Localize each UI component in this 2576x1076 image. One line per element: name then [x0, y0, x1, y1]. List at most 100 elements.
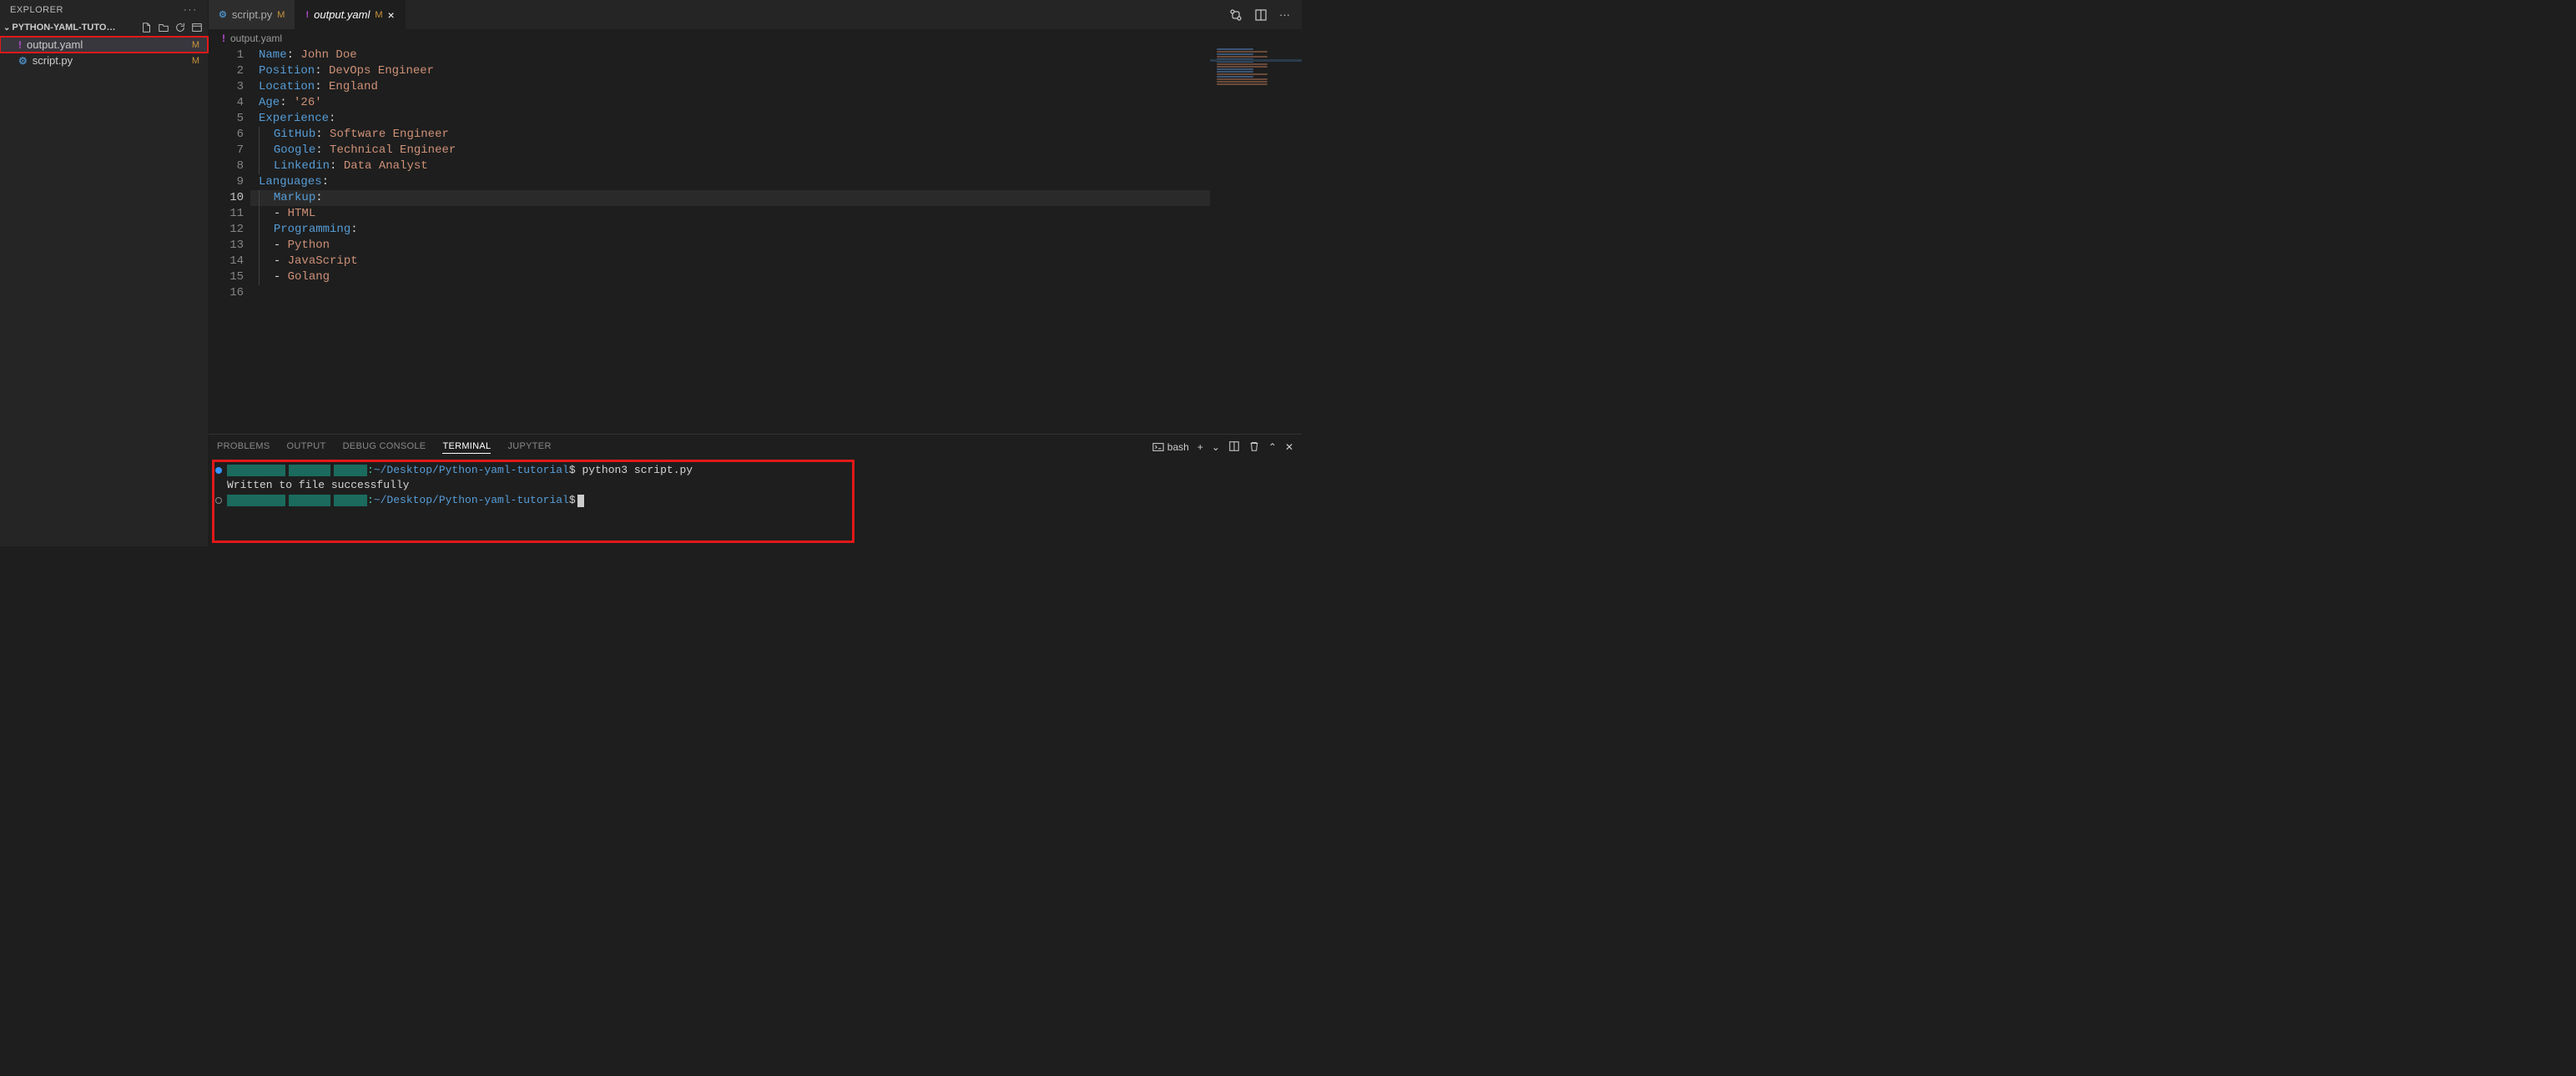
explorer-sidebar: EXPLORER ··· ⌄ PYTHON-YAML-TUTO… ! outpu… — [0, 0, 209, 546]
redacted-user — [227, 465, 285, 476]
tab-output-yaml[interactable]: ! output.yaml M × — [295, 0, 405, 29]
line-number: 9 — [209, 174, 244, 190]
git-modified-badge: M — [277, 10, 285, 20]
line-number: 14 — [209, 254, 244, 269]
tab-label: script.py — [232, 8, 272, 21]
new-terminal-icon[interactable]: + — [1197, 441, 1203, 453]
code-line[interactable]: Age: '26' — [250, 95, 1302, 111]
code-line[interactable]: Markup: — [250, 190, 1302, 206]
refresh-icon[interactable] — [174, 22, 186, 33]
explorer-title: EXPLORER — [10, 5, 63, 15]
close-panel-icon[interactable]: ✕ — [1285, 441, 1293, 453]
code-line[interactable]: Experience: — [250, 111, 1302, 127]
code-editor[interactable]: 12345678910111213141516 Name: John DoePo… — [209, 48, 1302, 434]
line-number: 15 — [209, 269, 244, 285]
file-list: ! output.yaml M⚙ script.py M — [0, 35, 208, 68]
redacted-host — [289, 465, 330, 476]
close-tab-icon[interactable]: × — [388, 8, 395, 22]
terminal-shell-label: bash — [1167, 441, 1189, 453]
breadcrumb[interactable]: ! output.yaml — [209, 29, 1302, 48]
new-folder-icon[interactable] — [158, 22, 169, 33]
explorer-header: EXPLORER ··· — [0, 0, 208, 20]
terminal-output: Written to file successfully — [215, 478, 1295, 493]
breadcrumb-file: output.yaml — [230, 33, 282, 44]
line-number: 16 — [209, 285, 244, 301]
line-number: 13 — [209, 238, 244, 254]
line-number: 10 — [209, 190, 244, 206]
terminal-line: :~/Desktop/Python-yaml-tutorial $ — [215, 493, 1295, 508]
yaml-file-icon: ! — [18, 39, 22, 51]
git-modified-badge: M — [192, 56, 199, 66]
code-line[interactable]: GitHub: Software Engineer — [250, 127, 1302, 143]
terminal-line: :~/Desktop/Python-yaml-tutorial $ python… — [215, 463, 1295, 478]
code-line[interactable]: - Python — [250, 238, 1302, 254]
terminal-launch-profile[interactable]: bash — [1152, 441, 1189, 453]
python-file-icon: ⚙ — [18, 55, 28, 67]
terminal-path: ~/Desktop/Python-yaml-tutorial — [374, 494, 569, 506]
terminal-dropdown-icon[interactable]: ⌄ — [1212, 441, 1220, 453]
yaml-file-icon: ! — [222, 33, 225, 44]
panel-tab-terminal[interactable]: TERMINAL — [442, 441, 491, 454]
bottom-panel: PROBLEMS OUTPUT DEBUG CONSOLE TERMINAL JUPYT… — [209, 434, 1302, 546]
line-number: 7 — [209, 143, 244, 158]
line-number: 6 — [209, 127, 244, 143]
code-line[interactable]: Google: Technical Engineer — [250, 143, 1302, 158]
code-line[interactable]: Languages: — [250, 174, 1302, 190]
tab-label: output.yaml — [314, 8, 370, 21]
line-number: 8 — [209, 158, 244, 174]
line-gutter: 12345678910111213141516 — [209, 48, 250, 434]
editor-more-icon[interactable]: ··· — [1279, 8, 1290, 22]
terminal-path: ~/Desktop/Python-yaml-tutorial — [374, 464, 569, 476]
redacted-user — [227, 495, 285, 506]
redacted-host — [289, 495, 330, 506]
code-line[interactable]: Location: England — [250, 79, 1302, 95]
terminal-prompt: $ — [569, 494, 576, 506]
terminal[interactable]: :~/Desktop/Python-yaml-tutorial $ python… — [209, 460, 1302, 546]
split-terminal-icon[interactable] — [1228, 440, 1240, 455]
split-editor-icon[interactable] — [1254, 8, 1268, 22]
compare-changes-icon[interactable] — [1229, 8, 1243, 22]
maximize-panel-icon[interactable]: ⌃ — [1268, 441, 1277, 453]
project-section[interactable]: ⌄ PYTHON-YAML-TUTO… — [0, 20, 208, 35]
code-content[interactable]: Name: John DoePosition: DevOps EngineerL… — [250, 48, 1302, 434]
panel-tab-output[interactable]: OUTPUT — [287, 441, 326, 454]
chevron-down-icon: ⌄ — [3, 23, 10, 33]
panel-tab-problems[interactable]: PROBLEMS — [217, 441, 270, 454]
minimap[interactable] — [1210, 48, 1302, 434]
terminal-idle-dot-icon — [215, 497, 222, 504]
code-line[interactable]: Linkedin: Data Analyst — [250, 158, 1302, 174]
terminal-prompt: $ — [569, 464, 576, 476]
code-line[interactable]: Name: John Doe — [250, 48, 1302, 63]
file-item-output-yaml[interactable]: ! output.yaml M — [0, 37, 208, 53]
project-name: PYTHON-YAML-TUTO… — [12, 23, 141, 33]
file-item-script-py[interactable]: ⚙ script.py M — [0, 53, 208, 68]
line-number: 12 — [209, 222, 244, 238]
explorer-more-icon[interactable]: ··· — [184, 5, 198, 15]
line-number: 3 — [209, 79, 244, 95]
terminal-active-dot-icon — [215, 467, 222, 474]
git-modified-badge: M — [375, 10, 382, 20]
code-line[interactable]: Position: DevOps Engineer — [250, 63, 1302, 79]
redacted-host2 — [334, 465, 367, 476]
tab-script-py[interactable]: ⚙ script.py M — [209, 0, 295, 29]
panel-tab-debug-console[interactable]: DEBUG CONSOLE — [343, 441, 426, 454]
new-file-icon[interactable] — [141, 22, 153, 33]
line-number: 4 — [209, 95, 244, 111]
python-file-icon: ⚙ — [219, 9, 227, 20]
file-name: output.yaml — [27, 38, 189, 51]
collapse-icon[interactable] — [191, 22, 203, 33]
yaml-file-icon: ! — [305, 10, 309, 20]
redacted-host2 — [334, 495, 367, 506]
kill-terminal-icon[interactable] — [1248, 440, 1260, 455]
code-line[interactable]: - Golang — [250, 269, 1302, 285]
panel-tab-jupyter[interactable]: JUPYTER — [507, 441, 551, 454]
terminal-cursor — [577, 495, 584, 507]
code-line[interactable]: - JavaScript — [250, 254, 1302, 269]
line-number: 5 — [209, 111, 244, 127]
code-line[interactable]: - HTML — [250, 206, 1302, 222]
code-line[interactable]: Programming: — [250, 222, 1302, 238]
line-number: 2 — [209, 63, 244, 79]
panel-tabs: PROBLEMS OUTPUT DEBUG CONSOLE TERMINAL JUPYT… — [209, 435, 1302, 460]
git-modified-badge: M — [192, 40, 199, 50]
editor-tabs: ⚙ script.py M ! output.yaml M × ··· — [209, 0, 1302, 29]
